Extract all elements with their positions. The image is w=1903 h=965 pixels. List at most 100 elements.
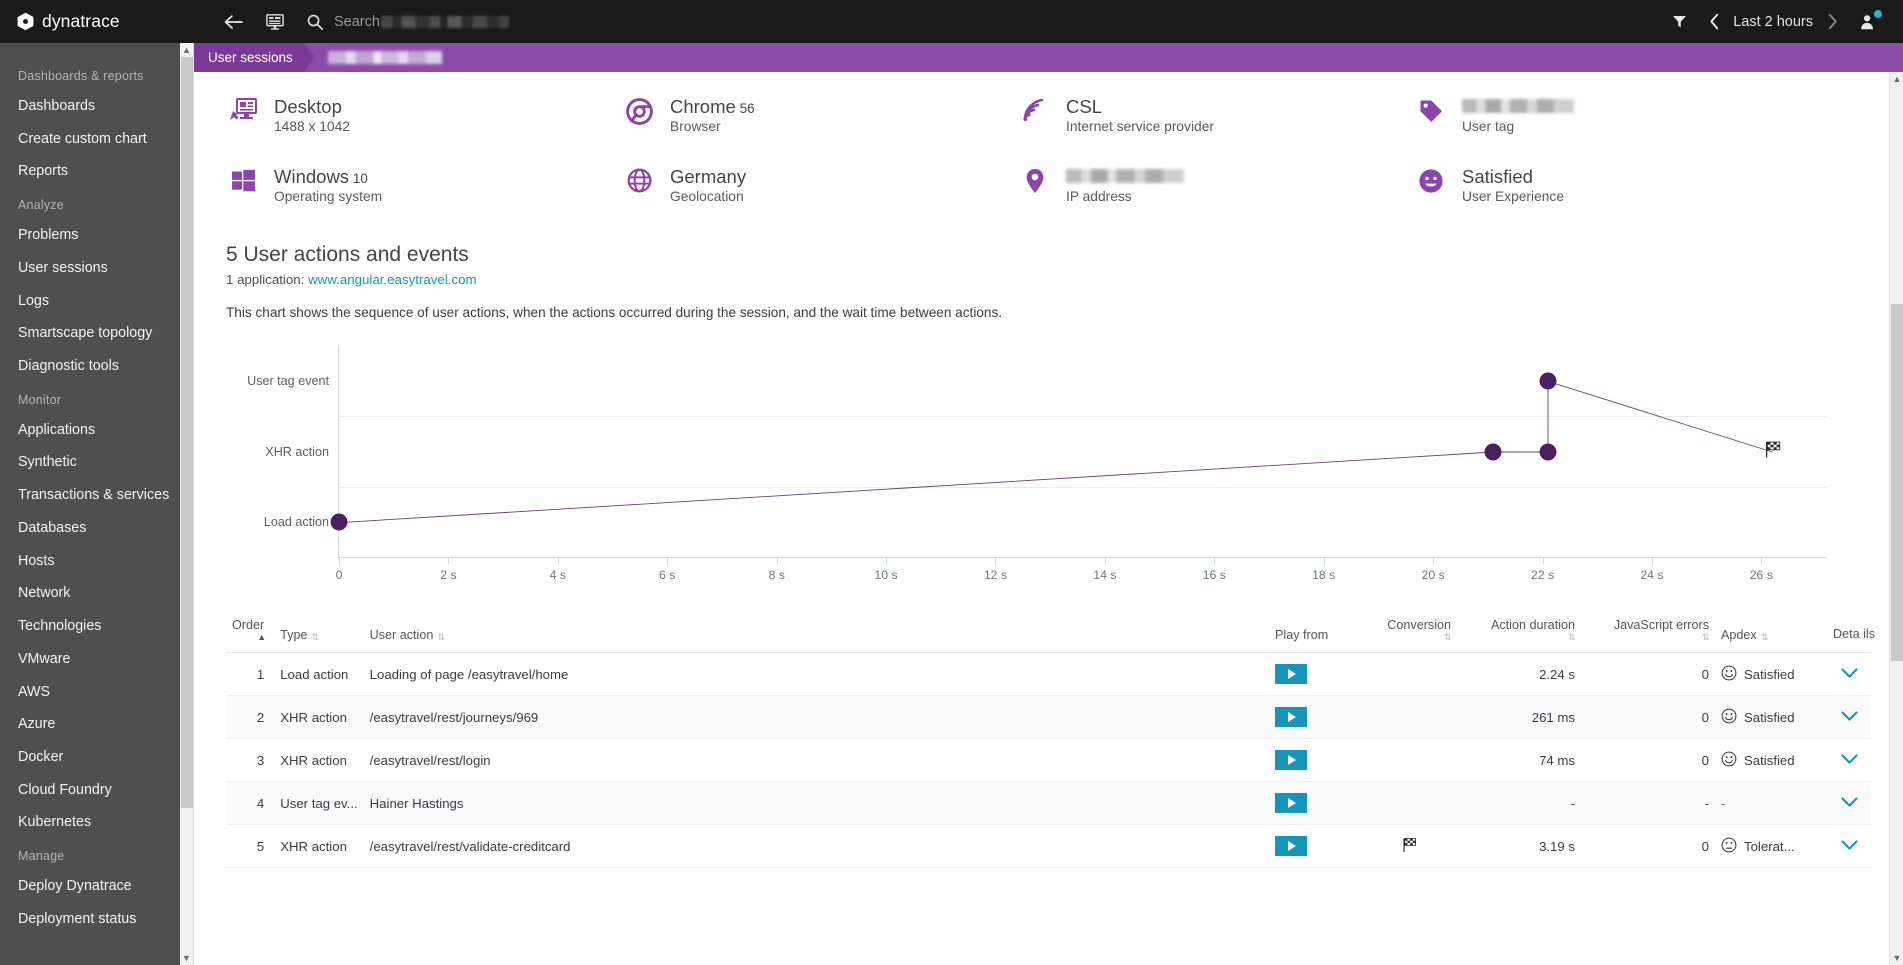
sidebar-scroll-up-icon[interactable]: ▲ — [180, 43, 194, 57]
pin-icon — [1018, 166, 1052, 194]
dynatrace-logo[interactable]: dynatrace — [16, 11, 120, 32]
play-button[interactable] — [1275, 664, 1307, 685]
content-inner: Desktop 1488 x 1042 Chrome 56 Browser CSL I… — [194, 72, 1903, 869]
table-row[interactable]: 4 User tag ev... Hainer Hastings - - - — [226, 781, 1871, 826]
sidebar-item-docker[interactable]: Docker — [0, 741, 180, 774]
sidebar-item-dashboards[interactable]: Dashboards — [0, 90, 180, 123]
content-scrollbar[interactable]: ▲ ▼ — [1889, 72, 1903, 965]
chart-end-checkered-flag-icon[interactable] — [1765, 440, 1782, 461]
timerange-selector[interactable]: Last 2 hours — [1729, 0, 1817, 43]
content-scroll-up-icon[interactable]: ▲ — [1890, 72, 1903, 86]
info-tile-title-version: 56 — [735, 101, 755, 116]
col-type-label: Type — [280, 628, 308, 643]
info-tile-text: User tag — [1462, 96, 1574, 136]
sidebar-item-cloud-foundry[interactable]: Cloud Foundry — [0, 774, 180, 807]
cell-play-from — [1269, 652, 1361, 697]
sidebar-item-diagnostic-tools[interactable]: Diagnostic tools — [0, 350, 180, 383]
search-input[interactable]: Search — [334, 0, 1659, 43]
table-row[interactable]: 2 XHR action/easytravel/rest/journeys/969… — [226, 695, 1871, 740]
info-tile-operating-system: Windows 10 Operating system — [226, 156, 622, 216]
info-tile-title-version: 10 — [349, 171, 368, 187]
col-apdex-label: Apdex — [1721, 628, 1757, 643]
col-order-sort-icon[interactable]: ▲ — [257, 633, 266, 642]
col-javascript-errors[interactable]: JavaScript errors ⇅ — [1581, 613, 1715, 654]
sidebar-item-transactions-services[interactable]: Transactions & services — [0, 479, 180, 512]
sidebar-item-problems[interactable]: Problems — [0, 219, 180, 252]
play-triangle-icon — [1288, 841, 1296, 852]
sidebar-item-network[interactable]: Network — [0, 577, 180, 610]
sidebar-scrollbar[interactable]: ▲ ▼ — [180, 43, 194, 965]
sidebar-scroll-thumb[interactable] — [180, 57, 193, 808]
col-action-duration-sort-icon[interactable]: ⇅ — [1568, 633, 1576, 642]
sidebar-item-databases[interactable]: Databases — [0, 512, 180, 545]
breadcrumb-item-user-sessions[interactable]: User sessions — [194, 43, 305, 72]
dashboard-icon[interactable] — [254, 0, 296, 43]
smiley-satisfied-icon — [1721, 751, 1737, 770]
collapse-sidebar-button[interactable] — [212, 0, 254, 43]
apdex-label: Tolerat... — [1744, 838, 1795, 854]
col-type-sort-icon[interactable]: ⇅ — [312, 633, 320, 642]
info-tile-title: Chrome 56 — [670, 96, 755, 117]
chart-data-point[interactable] — [1484, 443, 1502, 461]
cell-order: 4 — [226, 781, 275, 826]
col-action-duration[interactable]: Action duration ⇅ — [1457, 613, 1581, 654]
content-scroll-down-icon[interactable]: ▼ — [1890, 951, 1903, 965]
sidebar-item-synthetic[interactable]: Synthetic — [0, 446, 180, 479]
cell-order: 5 — [226, 824, 275, 869]
sidebar-item-user-sessions[interactable]: User sessions — [0, 252, 180, 285]
play-button[interactable] — [1275, 707, 1307, 728]
chart-data-point[interactable] — [1539, 372, 1557, 390]
row-expand-chevron-down-icon[interactable] — [1840, 752, 1858, 769]
filter-icon[interactable] — [1659, 0, 1699, 43]
sidebar-item-smartscape-topology[interactable]: Smartscape topology — [0, 317, 180, 350]
sidebar-section-manage: Manage — [18, 849, 65, 864]
windows-icon — [226, 166, 260, 193]
info-tile-subtitle: IP address — [1066, 189, 1132, 205]
chart-data-point[interactable] — [330, 513, 348, 531]
sidebar-item-technologies[interactable]: Technologies — [0, 610, 180, 643]
content-scroll-thumb[interactable] — [1891, 304, 1903, 662]
row-expand-chevron-down-icon[interactable] — [1840, 666, 1858, 683]
sidebar-scroll-down-icon[interactable]: ▼ — [180, 951, 194, 965]
timerange-prev-button[interactable] — [1699, 0, 1729, 43]
sidebar-item-logs[interactable]: Logs — [0, 285, 180, 318]
table-row[interactable]: 5 XHR action/easytravel/rest/validate-cre… — [226, 824, 1871, 869]
search-icon[interactable] — [296, 0, 334, 43]
play-button[interactable] — [1275, 836, 1307, 857]
sidebar-item-vmware[interactable]: VMware — [0, 643, 180, 676]
table-row[interactable]: 3 XHR action/easytravel/rest/login 74 ms 0 … — [226, 738, 1871, 783]
row-expand-chevron-down-icon[interactable] — [1840, 838, 1858, 855]
sidebar-item-create-custom-chart[interactable]: Create custom chart — [0, 123, 180, 156]
session-info-tiles: Desktop 1488 x 1042 Chrome 56 Browser CSL I… — [194, 72, 1834, 216]
col-conversion[interactable]: Conversion ⇅ — [1361, 613, 1457, 654]
sidebar-item-aws[interactable]: AWS — [0, 676, 180, 709]
col-user-action[interactable]: User action ⇅ — [363, 613, 1269, 654]
app-body: Dashboards & reports Dashboards Create cus… — [0, 43, 1903, 965]
sidebar-item-hosts[interactable]: Hosts — [0, 545, 180, 578]
chart-x-tick-label: 20 s — [1421, 567, 1445, 582]
col-type[interactable]: Type ⇅ — [274, 613, 364, 654]
table-row[interactable]: 1 Load action Loading of page /easytravel/… — [226, 652, 1871, 697]
play-button[interactable] — [1275, 750, 1307, 771]
col-apdex[interactable]: Apdex ⇅ — [1715, 613, 1827, 654]
col-apdex-sort-icon[interactable]: ⇅ — [1761, 633, 1769, 642]
col-javascript-errors-sort-icon[interactable]: ⇅ — [1702, 633, 1710, 642]
sidebar-item-applications[interactable]: Applications — [0, 414, 180, 447]
sidebar-item-reports[interactable]: Reports — [0, 155, 180, 188]
col-user-action-sort-icon[interactable]: ⇅ — [437, 633, 445, 642]
user-avatar[interactable] — [1847, 0, 1889, 43]
timerange-next-button[interactable] — [1817, 0, 1847, 43]
col-order[interactable]: Order ▲ — [226, 613, 275, 654]
sidebar-item-kubernetes[interactable]: Kubernetes — [0, 806, 180, 839]
sidebar-scroll-track[interactable] — [180, 57, 194, 951]
application-link[interactable]: www.angular.easytravel.com — [308, 272, 477, 287]
sidebar-item-deployment-status[interactable]: Deployment status — [0, 903, 180, 936]
play-button[interactable] — [1275, 793, 1307, 814]
chart-data-point[interactable] — [1539, 443, 1557, 461]
cell-javascript-errors: 0 — [1581, 824, 1715, 869]
sidebar-item-deploy-dynatrace[interactable]: Deploy Dynatrace — [0, 870, 180, 903]
row-expand-chevron-down-icon[interactable] — [1840, 795, 1858, 812]
sidebar-item-azure[interactable]: Azure — [0, 708, 180, 741]
row-expand-chevron-down-icon[interactable] — [1840, 709, 1858, 726]
col-conversion-sort-icon[interactable]: ⇅ — [1444, 633, 1452, 642]
